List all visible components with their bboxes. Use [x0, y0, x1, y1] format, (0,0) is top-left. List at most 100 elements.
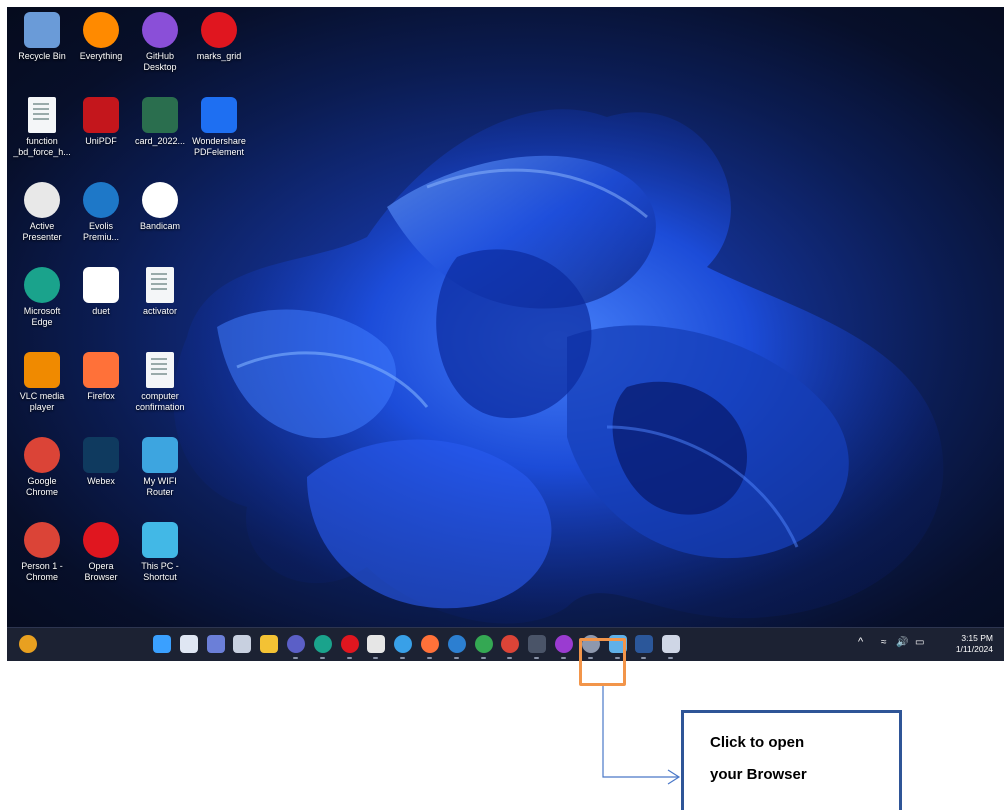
desktop-icon-document[interactable]: activator: [131, 267, 189, 317]
taskbar-opera-icon[interactable]: [341, 635, 359, 653]
system-clock[interactable]: 3:15 PM 1/11/2024: [941, 633, 993, 655]
desktop-icon-pdfelement[interactable]: Wondershare PDFelement: [190, 97, 248, 158]
taskbar-snipping-tool-icon[interactable]: [662, 635, 680, 653]
instruction-text: Click to open your Browser: [710, 727, 890, 791]
desktop-icon-label: Microsoft Edge: [23, 306, 61, 327]
running-indicator: [347, 657, 352, 659]
opera-icon: [201, 12, 237, 48]
running-indicator: [507, 657, 512, 659]
desktop-icon-document[interactable]: function _bd_force_h...: [13, 97, 71, 158]
desktop-icon-evolis[interactable]: Evolis Premiu...: [72, 182, 130, 243]
chrome-taskbar-highlight: [579, 638, 626, 686]
running-indicator: [561, 657, 566, 659]
document-icon: [146, 267, 174, 303]
desktop-icon-monitor[interactable]: This PC - Shortcut: [131, 522, 189, 583]
desktop-icon-label: Bandicam: [139, 221, 181, 231]
desktop-icon-word-document[interactable]: computer confirmation: [131, 352, 189, 413]
taskbar-chrome-profile-icon[interactable]: [555, 635, 573, 653]
desktop-icon-everything-search[interactable]: Everything: [72, 12, 130, 62]
desktop-icon-label: Active Presenter: [22, 221, 62, 242]
desktop-icon-label: Opera Browser: [84, 561, 118, 582]
image-file-icon: [142, 97, 178, 133]
widgets-weather-icon[interactable]: [19, 635, 37, 653]
github-desktop-icon: [142, 12, 178, 48]
battery-icon[interactable]: ▭: [915, 637, 924, 648]
taskbar-webex-icon[interactable]: [448, 635, 466, 653]
running-indicator: [400, 657, 405, 659]
desktop-icon-edge[interactable]: Microsoft Edge: [13, 267, 71, 328]
desktop-icon-active-presenter[interactable]: Active Presenter: [13, 182, 71, 243]
desktop-icon-label: function _bd_force_h...: [13, 136, 71, 157]
desktop-icon-label: Firefox: [87, 391, 115, 401]
desktop-icon-github-desktop[interactable]: GitHub Desktop: [131, 12, 189, 73]
desktop-icon-webex[interactable]: Webex: [72, 437, 130, 487]
taskbar-file-explorer-icon[interactable]: [260, 635, 278, 653]
monitor-icon: [142, 522, 178, 558]
instruction-callout-box: Click to open your Browser: [681, 710, 902, 810]
document-icon: [28, 97, 56, 133]
running-indicator: [641, 657, 646, 659]
taskbar-edge-icon[interactable]: [314, 635, 332, 653]
desktop-icon-label: My WIFI Router: [143, 476, 177, 497]
taskbar-teams-chat-icon[interactable]: [207, 635, 225, 653]
recycle-bin-icon: [24, 12, 60, 48]
running-indicator: [293, 657, 298, 659]
desktop-icon-label: UniPDF: [85, 136, 117, 146]
desktop-icon-opera[interactable]: Opera Browser: [72, 522, 130, 583]
desktop-icon-label: Webex: [87, 476, 115, 486]
taskbar-start-icon[interactable]: [153, 635, 171, 653]
active-presenter-icon: [24, 182, 60, 218]
opera-icon: [83, 522, 119, 558]
taskbar-task-view-icon[interactable]: [233, 635, 251, 653]
chrome-icon: [24, 437, 60, 473]
taskbar-word-icon[interactable]: [635, 635, 653, 653]
taskbar-terminal-icon[interactable]: [528, 635, 546, 653]
word-document-icon: [146, 352, 174, 388]
desktop-icon-label: Everything: [79, 51, 123, 61]
instruction-line-2: your Browser: [710, 766, 807, 783]
wifi-router-icon: [142, 437, 178, 473]
show-hidden-icons-chevron-icon[interactable]: ^: [858, 636, 863, 648]
instruction-line-1: Click to open: [710, 734, 805, 751]
duet-icon: [83, 267, 119, 303]
wifi-icon[interactable]: ≈: [881, 637, 887, 648]
desktop-icon-firefox[interactable]: Firefox: [72, 352, 130, 402]
desktop-icon-bandicam[interactable]: Bandicam: [131, 182, 189, 232]
desktop-icon-duet[interactable]: duet: [72, 267, 130, 317]
desktop-icon-label: marks_grid: [196, 51, 242, 61]
taskbar-chrome-icon[interactable]: [475, 635, 493, 653]
desktop-icon-label: Person 1 - Chrome: [21, 561, 63, 582]
desktop-icon-label: GitHub Desktop: [143, 51, 177, 72]
taskbar-chrome-icon[interactable]: [501, 635, 519, 653]
vlc-icon: [24, 352, 60, 388]
taskbar-firefox-icon[interactable]: [421, 635, 439, 653]
running-indicator: [668, 657, 673, 659]
taskbar-teams-icon[interactable]: [287, 635, 305, 653]
desktop-icon-vlc[interactable]: VLC media player: [13, 352, 71, 413]
volume-icon[interactable]: 🔊: [896, 637, 908, 648]
desktop-icon-label: Recycle Bin: [18, 51, 66, 61]
clock-time: 3:15 PM: [961, 633, 993, 643]
running-indicator: [481, 657, 486, 659]
running-indicator: [320, 657, 325, 659]
taskbar-chrome-colorful-icon[interactable]: [394, 635, 412, 653]
desktop-icon-chrome-profile[interactable]: Person 1 - Chrome: [13, 522, 71, 583]
desktop-icon-label: activator: [142, 306, 177, 316]
desktop-icon-label: Google Chrome: [25, 476, 58, 497]
desktop-icon-label: computer confirmation: [135, 391, 185, 412]
desktop-icon-wifi-router[interactable]: My WIFI Router: [131, 437, 189, 498]
edge-icon: [24, 267, 60, 303]
desktop-icon-label: Evolis Premiu...: [82, 221, 119, 242]
desktop-icon-label: This PC - Shortcut: [141, 561, 179, 582]
chrome-profile-icon: [24, 522, 60, 558]
taskbar-store-icon[interactable]: [367, 635, 385, 653]
clock-date: 1/11/2024: [955, 644, 993, 654]
taskbar-search-icon[interactable]: [180, 635, 198, 653]
desktop-icon-label: VLC media player: [19, 391, 65, 412]
desktop-icon-label: duet: [92, 306, 110, 316]
desktop-icon-recycle-bin[interactable]: Recycle Bin: [13, 12, 71, 62]
desktop-icon-unipdf[interactable]: UniPDF: [72, 97, 130, 147]
desktop-icon-opera[interactable]: marks_grid: [190, 12, 248, 62]
desktop-icon-chrome[interactable]: Google Chrome: [13, 437, 71, 498]
desktop-icon-image-file[interactable]: card_2022...: [131, 97, 189, 147]
